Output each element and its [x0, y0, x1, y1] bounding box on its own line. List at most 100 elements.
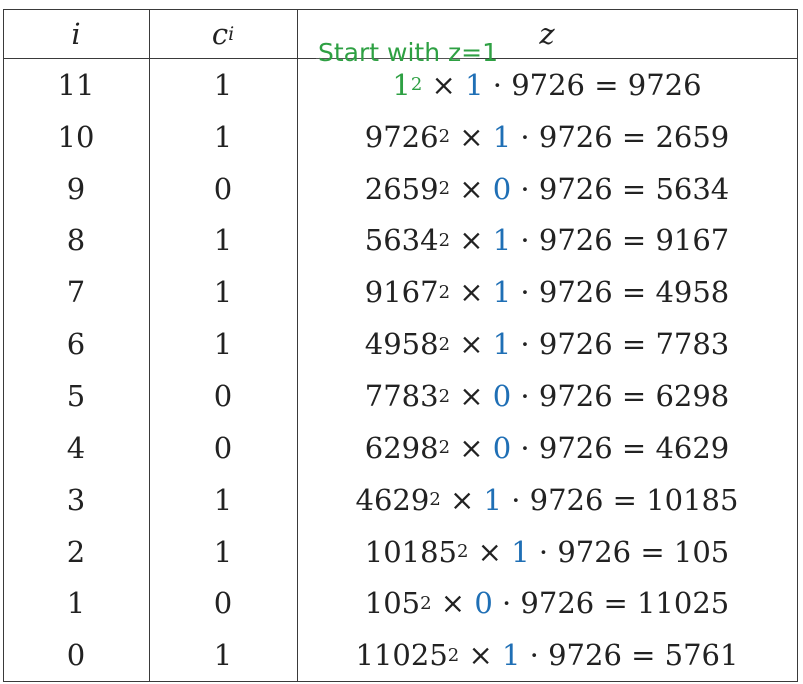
start-annotation: Start with z=1: [318, 38, 498, 67]
cell-z: 11025 2 × 1 · 9726 = 5761: [297, 629, 797, 681]
z-exponent: 2: [438, 229, 451, 251]
z-exponent: 2: [438, 178, 451, 200]
dot-operator: ·: [511, 379, 539, 414]
i-value: 9: [66, 171, 86, 206]
z-multiplier: 9726: [538, 430, 613, 465]
i-value: 1: [66, 586, 86, 621]
z-multiplier: 9726: [548, 638, 622, 673]
z-bit: 1: [465, 67, 484, 102]
cell-c: 0: [149, 578, 297, 630]
z-multiplier: 9726: [538, 379, 613, 414]
z-exponent: 2: [410, 74, 423, 96]
times-sign: ×: [440, 482, 484, 517]
header-z-label: z: [539, 16, 555, 51]
z-base: 11025: [355, 638, 448, 673]
c-value: 1: [213, 67, 233, 102]
cell-c: 1: [149, 526, 297, 578]
z-base: 1: [392, 67, 411, 102]
equals-sign: =: [621, 638, 665, 673]
z-result: 9167: [655, 223, 730, 258]
cell-z: 2659 2 × 0 · 9726 = 5634: [297, 163, 797, 215]
z-bit: 1: [511, 534, 530, 569]
z-base: 105: [364, 586, 421, 621]
cell-i: 1: [3, 578, 149, 630]
z-result: 4958: [655, 275, 730, 310]
cell-z: 7783 2 × 0 · 9726 = 6298: [297, 370, 797, 422]
z-exponent: 2: [438, 126, 451, 148]
c-value: 1: [213, 275, 233, 310]
times-sign: ×: [450, 223, 493, 258]
i-value: 6: [66, 327, 86, 362]
i-value: 5: [66, 379, 86, 414]
cell-z: 9726 2 × 1 · 9726 = 2659: [297, 111, 797, 163]
cell-i: 6: [3, 318, 149, 370]
cell-i: 4: [3, 422, 149, 474]
equals-sign: =: [603, 482, 647, 517]
z-base: 6298: [364, 430, 439, 465]
c-value: 1: [213, 534, 233, 569]
dot-operator: ·: [511, 119, 539, 154]
z-bit: 1: [501, 638, 521, 673]
cell-c: 1: [149, 629, 297, 681]
z-result: 11025: [636, 586, 730, 621]
times-sign: ×: [450, 171, 493, 206]
dot-operator: ·: [511, 430, 539, 465]
dot-operator: ·: [511, 275, 539, 310]
c-value: 1: [213, 223, 233, 258]
equals-sign: =: [612, 379, 656, 414]
dot-operator: ·: [520, 638, 549, 673]
cell-z: 9167 2 × 1 · 9726 = 4958: [297, 266, 797, 318]
z-exponent: 2: [457, 541, 469, 563]
equals-sign: =: [631, 534, 674, 569]
z-bit: 1: [492, 275, 512, 310]
z-result: 9726: [627, 67, 702, 102]
dot-operator: ·: [501, 482, 530, 517]
z-bit: 0: [492, 379, 512, 414]
times-sign: ×: [459, 638, 502, 673]
z-result: 10185: [646, 482, 739, 517]
cell-c: 1: [149, 266, 297, 318]
cell-i: 11: [3, 59, 149, 111]
z-bit: 0: [492, 171, 512, 206]
header-c-subscript: i: [228, 22, 235, 45]
z-bit: 1: [492, 223, 512, 258]
z-exponent: 2: [429, 489, 441, 511]
z-bit: 1: [483, 482, 502, 517]
z-base: 4629: [355, 482, 430, 517]
c-value: 1: [213, 482, 233, 517]
c-value: 0: [213, 171, 233, 206]
cell-c: 1: [149, 474, 297, 526]
c-value: 0: [213, 430, 233, 465]
i-value: 8: [66, 223, 86, 258]
dot-operator: ·: [492, 586, 521, 621]
header-i: i: [3, 9, 149, 58]
equals-sign: =: [612, 327, 656, 362]
cell-i: 8: [3, 215, 149, 267]
cell-z: 4629 2 × 1 · 9726 = 10185: [297, 474, 797, 526]
c-value: 1: [213, 327, 233, 362]
times-sign: ×: [422, 67, 466, 102]
cell-z: 5634 2 × 1 · 9726 = 9167: [297, 215, 797, 267]
z-result: 105: [673, 534, 730, 569]
times-sign: ×: [450, 119, 493, 154]
i-value: 4: [66, 430, 86, 465]
z-result: 5634: [655, 171, 730, 206]
cell-i: 10: [3, 111, 149, 163]
c-value: 0: [213, 379, 233, 414]
c-value: 1: [213, 638, 233, 673]
cell-c: 1: [149, 215, 297, 267]
square-and-multiply-table: i ci z 11 1 1 2 × 1 · 9726 = 9726 10 1 9726 2 ×…: [3, 9, 798, 682]
dot-operator: ·: [511, 223, 539, 258]
z-base: 5634: [364, 223, 439, 258]
cell-z: 4958 2 × 1 · 9726 = 7783: [297, 318, 797, 370]
z-multiplier: 9726: [538, 327, 613, 362]
z-exponent: 2: [447, 644, 460, 666]
cell-c: 1: [149, 318, 297, 370]
cell-i: 3: [3, 474, 149, 526]
cell-z: 10185 2 × 1 · 9726 = 105: [297, 526, 797, 578]
header-c: ci: [149, 9, 297, 58]
equals-sign: =: [612, 223, 656, 258]
z-base: 4958: [364, 327, 439, 362]
table-right-border: [797, 9, 798, 682]
dot-operator: ·: [529, 534, 558, 569]
